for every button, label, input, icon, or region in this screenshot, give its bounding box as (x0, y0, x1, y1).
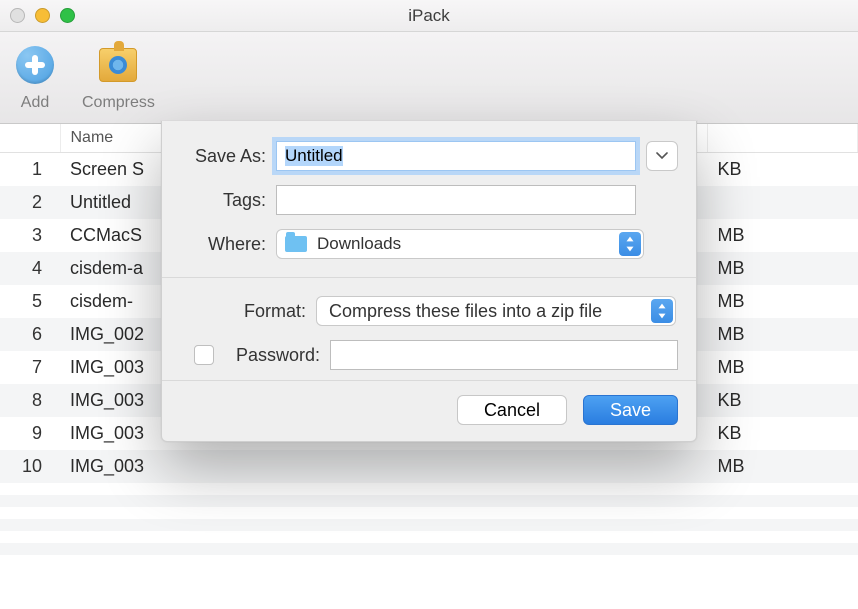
add-label: Add (21, 94, 49, 112)
gift-box-icon (99, 48, 137, 82)
where-label: Where: (180, 234, 276, 255)
add-button[interactable]: Add (12, 42, 58, 112)
updown-stepper-icon (651, 299, 673, 323)
compress-button[interactable]: Compress (82, 42, 155, 112)
window-controls (10, 8, 75, 23)
table-row (0, 495, 858, 507)
tags-input[interactable] (276, 185, 636, 215)
minimize-icon[interactable] (35, 8, 50, 23)
tags-label: Tags: (180, 190, 276, 211)
updown-stepper-icon (619, 232, 641, 256)
folder-icon (285, 236, 307, 252)
col-header-size[interactable] (708, 124, 858, 153)
table-row (0, 507, 858, 519)
col-header-index[interactable] (0, 124, 60, 153)
password-input[interactable] (330, 340, 678, 370)
save-as-label: Save As: (180, 146, 276, 167)
table-row (0, 531, 858, 543)
compress-label: Compress (82, 94, 155, 112)
close-icon[interactable] (10, 8, 25, 23)
password-checkbox[interactable] (194, 345, 214, 365)
titlebar: iPack (0, 0, 858, 32)
where-value: Downloads (317, 234, 401, 254)
table-row (0, 519, 858, 531)
table-row (0, 543, 858, 555)
password-label: Password: (218, 345, 330, 366)
table-row[interactable]: 10IMG_003MB (0, 450, 858, 483)
save-button[interactable]: Save (583, 395, 678, 425)
save-sheet: Save As: Tags: Where: (161, 121, 697, 442)
plus-circle-icon (16, 46, 54, 84)
save-as-input[interactable] (276, 141, 636, 171)
expand-save-panel-button[interactable] (646, 141, 678, 171)
cancel-button[interactable]: Cancel (457, 395, 567, 425)
where-select[interactable]: Downloads (276, 229, 644, 259)
toolbar: Add Compress (0, 32, 858, 124)
table-row (0, 483, 858, 495)
format-label: Format: (180, 301, 316, 322)
chevron-down-icon (656, 152, 668, 160)
window-title: iPack (0, 6, 858, 26)
format-select[interactable]: Compress these files into a zip file (316, 296, 676, 326)
zoom-icon[interactable] (60, 8, 75, 23)
format-value: Compress these files into a zip file (329, 301, 602, 322)
